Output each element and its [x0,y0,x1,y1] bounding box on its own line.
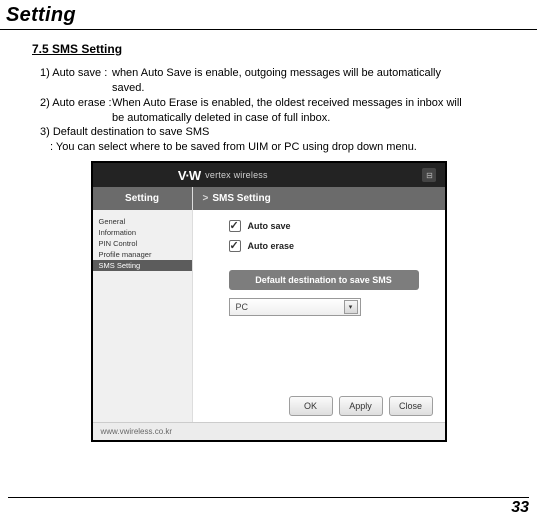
sidebar-list: General Information PIN Control Profile … [93,210,192,271]
item-1-label: 1) Auto save : [40,66,112,81]
minimize-icon[interactable]: ⊟ [422,168,436,182]
titlebar: V·W vertex wireless ⊟ [93,163,445,187]
item-1-desc: when Auto Save is enable, outgoing messa… [112,66,517,81]
destination-dropdown[interactable]: PC ▾ [229,298,361,316]
footer-url: www.vwireless.co.kr [93,422,445,440]
main-panel: >SMS Setting Auto save Auto erase Defaul… [193,187,445,422]
sidebar-item-general[interactable]: General [93,216,192,227]
page-title: Setting [0,0,537,30]
sidebar-header: Setting [93,187,192,210]
chevron-down-icon[interactable]: ▾ [344,300,358,314]
breadcrumb-label: SMS Setting [212,193,270,204]
apply-button[interactable]: Apply [339,396,383,416]
ok-button[interactable]: OK [289,396,333,416]
item-3-line1: 3) Default destination to save SMS [40,125,517,140]
brand-text: vertex wireless [205,170,268,180]
item-2-label: 2) Auto erase : [40,96,112,111]
section-heading: 7.5 SMS Setting [32,42,537,56]
app-screenshot: V·W vertex wireless ⊟ Setting General In… [91,161,447,442]
item-2-desc: When Auto Erase is enabled, the oldest r… [112,96,517,111]
breadcrumb: >SMS Setting [193,187,445,210]
destination-label: Default destination to save SMS [229,270,419,290]
brand: V·W vertex wireless [178,168,268,183]
close-button[interactable]: Close [389,396,433,416]
auto-save-row: Auto save [229,220,429,232]
blank [40,81,112,96]
sidebar-item-pin-control[interactable]: PIN Control [93,238,192,249]
chevron-right-icon: > [203,193,209,204]
sidebar-item-profile-manager[interactable]: Profile manager [93,249,192,260]
dropdown-value: PC [236,302,249,312]
blank [40,111,112,126]
sidebar: Setting General Information PIN Control … [93,187,193,422]
brand-logo-icon: V·W [178,168,200,183]
item-1-desc-cont: saved. [112,81,517,96]
auto-erase-checkbox[interactable] [229,240,241,252]
body-text: 1) Auto save : when Auto Save is enable,… [40,66,517,155]
auto-save-label: Auto save [248,221,291,231]
item-3-line2: : You can select where to be saved from … [50,140,517,155]
page-number: 33 [8,497,529,517]
auto-save-checkbox[interactable] [229,220,241,232]
sidebar-item-information[interactable]: Information [93,227,192,238]
item-2-desc-cont: be automatically deleted in case of full… [112,111,517,126]
button-row: OK Apply Close [193,396,445,416]
sidebar-item-sms-setting[interactable]: SMS Setting [93,260,192,271]
auto-erase-row: Auto erase [229,240,429,252]
auto-erase-label: Auto erase [248,241,295,251]
